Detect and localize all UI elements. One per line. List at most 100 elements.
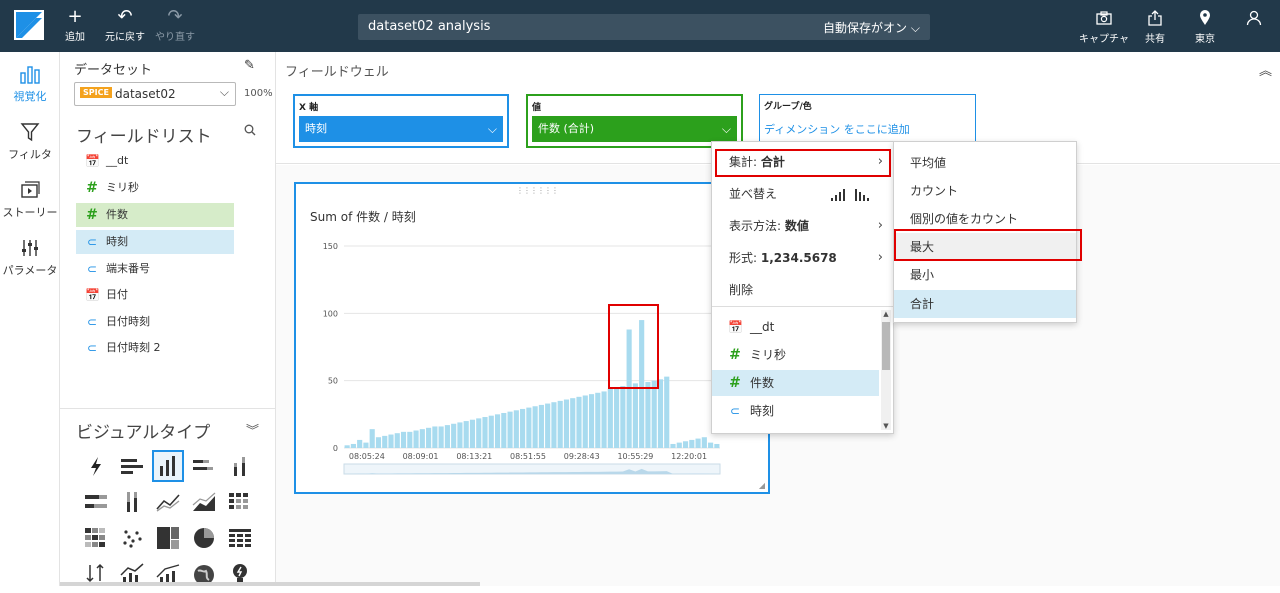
bar: [457, 422, 463, 448]
redo-button[interactable]: ↷ やり直す: [147, 6, 203, 43]
menu-field-millisec[interactable]: # ミリ秒: [712, 342, 879, 368]
scatter-plot-icon[interactable]: [116, 522, 148, 554]
field-item-terminal[interactable]: ⊂ 端末番号: [76, 257, 234, 281]
capture-button[interactable]: キャプチャ: [1078, 10, 1130, 45]
undo-button[interactable]: ↶ 元に戻す: [97, 6, 153, 43]
spice-usage-percent: 100%: [244, 88, 273, 99]
chevron-up-icon[interactable]: ︽: [1259, 60, 1272, 79]
bar: [620, 386, 626, 448]
pencil-icon[interactable]: ✎: [244, 58, 255, 73]
x-axis-field-pill[interactable]: 時刻 ⌵: [299, 116, 503, 142]
field-item-date[interactable]: 📅 日付: [76, 283, 234, 307]
bar: [708, 442, 714, 448]
nav-parameter[interactable]: パラメータ: [0, 238, 60, 278]
group-color-well[interactable]: グループ/色 ディメンション をここに追加: [759, 94, 976, 148]
bar: [526, 407, 532, 448]
nav-visualize[interactable]: 視覚化: [0, 64, 60, 104]
calendar-icon: 📅: [85, 154, 100, 168]
field-item-dt[interactable]: 📅 __dt: [76, 149, 234, 173]
autograph-icon[interactable]: [80, 450, 112, 482]
stacked-100-vertical-bar-icon[interactable]: [116, 486, 148, 518]
bar: [645, 382, 651, 448]
field-item-time[interactable]: ⊂ 時刻: [76, 230, 234, 254]
scroll-thumb[interactable]: [882, 322, 890, 370]
chevron-right-icon: ›: [877, 250, 883, 265]
horizontal-scrollbar[interactable]: [60, 582, 480, 586]
nav-story[interactable]: ストーリー: [0, 180, 60, 220]
pivot-table-icon[interactable]: [224, 486, 256, 518]
horizontal-bar-icon[interactable]: [116, 450, 148, 482]
analysis-name[interactable]: dataset02 analysis: [368, 19, 490, 34]
menu-field-time[interactable]: ⊂ 時刻: [712, 398, 879, 424]
bar: [350, 443, 356, 448]
menu-field-count[interactable]: # 件数: [712, 370, 879, 396]
add-button[interactable]: + 追加: [47, 6, 103, 43]
bar: [407, 431, 413, 448]
search-icon[interactable]: [244, 124, 256, 140]
group-placeholder: ディメンション をここに追加: [764, 123, 910, 136]
submenu-count[interactable]: カウント: [894, 177, 1076, 205]
share-button[interactable]: 共有: [1136, 10, 1174, 45]
x-tick-label: 08:13:21: [456, 452, 492, 461]
bar: [419, 429, 425, 448]
x-axis-well[interactable]: X 軸 時刻 ⌵: [293, 94, 509, 148]
x-tick-label: 10:55:29: [617, 452, 653, 461]
stacked-horizontal-bar-icon[interactable]: [188, 450, 220, 482]
field-item-count[interactable]: # 件数: [76, 203, 234, 227]
vertical-bar-icon[interactable]: [152, 450, 184, 482]
bar-chart-icon: [0, 64, 60, 88]
pie-chart-icon[interactable]: [188, 522, 220, 554]
heat-map-icon[interactable]: [80, 522, 112, 554]
menu-format[interactable]: 形式: 1,234.5678 ›: [712, 243, 893, 273]
bar: [375, 437, 382, 448]
chevron-down-icon[interactable]: ︾: [246, 420, 259, 439]
stacked-100-horizontal-bar-icon[interactable]: [80, 486, 112, 518]
bar: [676, 442, 682, 448]
bar: [595, 392, 601, 448]
bar: [588, 394, 595, 448]
hash-icon: #: [86, 180, 98, 196]
dataset-select[interactable]: SPICE dataset02 ⌵: [74, 82, 236, 106]
field-item-datetime2[interactable]: ⊂ 日付時刻 2: [76, 336, 234, 360]
table-icon[interactable]: [224, 522, 256, 554]
submenu-average[interactable]: 平均値: [894, 149, 1076, 177]
bar-chart: 150 100 50 0 08:05:24 08:09:01 08:13:21 08:51:5…: [323, 242, 721, 475]
bar: [426, 427, 432, 448]
sort-descending-icon[interactable]: [855, 179, 871, 209]
value-field-pill[interactable]: 件数 (合計) ⌵: [532, 116, 737, 142]
left-nav: 視覚化 フィルタ ストーリー パラメータ: [0, 52, 60, 586]
autosave-dropdown[interactable]: 自動保存がオン ⌵: [823, 19, 920, 36]
region-button[interactable]: 東京: [1186, 10, 1224, 45]
bar: [388, 434, 394, 448]
submenu-min[interactable]: 最小: [894, 261, 1076, 289]
menu-display-as[interactable]: 表示方法: 数値 ›: [712, 211, 893, 241]
stacked-vertical-bar-icon[interactable]: [224, 450, 256, 482]
line-chart-icon[interactable]: [152, 486, 184, 518]
value-well[interactable]: 値 件数 (合計) ⌵: [526, 94, 743, 148]
sort-ascending-icon[interactable]: [829, 179, 845, 209]
menu-delete[interactable]: 削除: [712, 275, 893, 305]
visual-card[interactable]: ⋮⋮⋮⋮⋮⋮ Sum of 件数 / 時刻 150 100 50 0 08:05:24 0…: [294, 182, 770, 494]
resize-handle-icon[interactable]: ◢: [759, 481, 765, 490]
submenu-sum[interactable]: 合計: [894, 290, 1076, 318]
analysis-title-box[interactable]: dataset02 analysis 自動保存がオン ⌵: [358, 14, 930, 40]
tree-map-icon[interactable]: [152, 522, 184, 554]
field-item-millisec[interactable]: # ミリ秒: [76, 176, 234, 200]
scroll-up-icon[interactable]: ▲: [881, 310, 891, 318]
bar: [451, 423, 457, 448]
area-line-icon[interactable]: [188, 486, 220, 518]
bar: [394, 433, 400, 448]
field-item-datetime[interactable]: ⊂ 日付時刻: [76, 310, 234, 334]
menu-field-dt[interactable]: 📅 __dt: [712, 314, 879, 340]
bar: [538, 404, 544, 448]
menu-scrollbar[interactable]: ▲ ▼: [881, 310, 891, 430]
menu-sort[interactable]: 並べ替え: [712, 179, 893, 209]
quicksight-logo-icon[interactable]: [14, 10, 44, 40]
nav-filter[interactable]: フィルタ: [0, 122, 60, 162]
field-wells-title: フィールドウェル: [285, 65, 389, 80]
bar: [363, 442, 369, 448]
bar: [614, 387, 620, 448]
bar: [507, 411, 513, 448]
scroll-down-icon[interactable]: ▼: [881, 422, 891, 430]
user-button[interactable]: [1238, 10, 1270, 30]
